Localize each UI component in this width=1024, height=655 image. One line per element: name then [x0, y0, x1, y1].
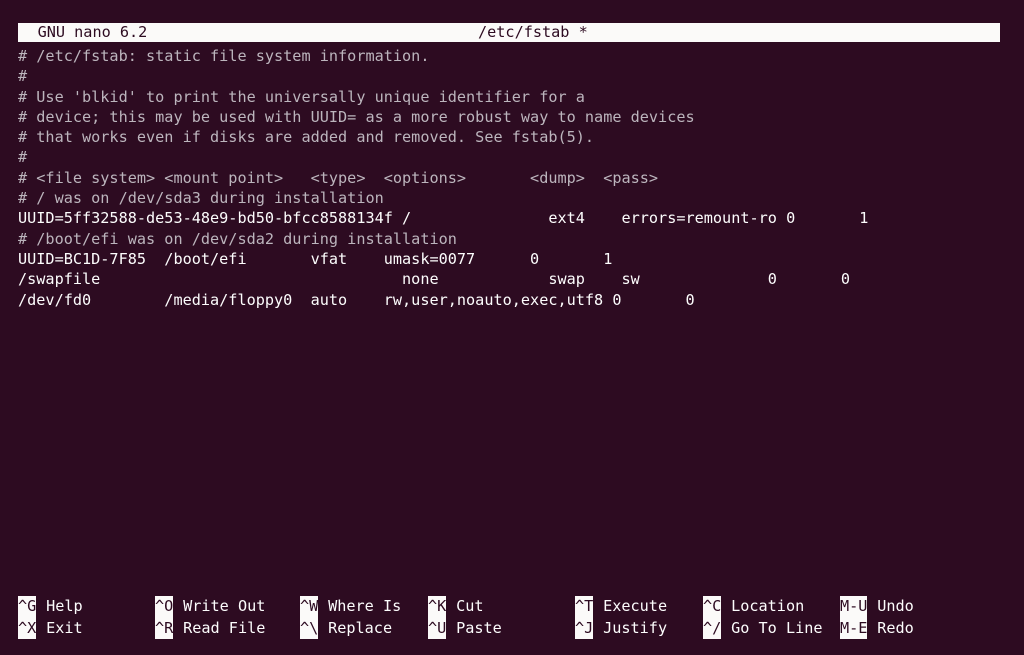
shortcut-row: ^G Help ^O Write Out ^W Where Is ^K Cut ^T Execut… — [0, 596, 1024, 618]
editor-text-area[interactable]: # /etc/fstab: static file system informa… — [18, 46, 1018, 576]
shortcut-key: ^R — [155, 617, 174, 639]
shortcut-execute[interactable]: ^T Execute — [575, 596, 667, 618]
shortcut-key: ^O — [155, 596, 174, 618]
shortcut-cut[interactable]: ^K Cut — [428, 596, 484, 618]
editor-line[interactable]: # Use 'blkid' to print the universally u… — [18, 87, 1018, 107]
editor-line[interactable]: # that works even if disks are added and… — [18, 127, 1018, 147]
shortcut-label: Redo — [877, 618, 914, 637]
shortcut-key: ^G — [18, 596, 37, 618]
nano-title-bar: GNU nano 6.2 /etc/fstab * — [18, 23, 1000, 42]
shortcut-key: ^U — [428, 617, 447, 639]
shortcut-key: M-U — [840, 596, 868, 618]
shortcut-write-out[interactable]: ^O Write Out — [155, 596, 265, 618]
shortcut-label: Read File — [183, 618, 266, 637]
shortcut-label: Replace — [328, 618, 393, 637]
editor-line[interactable]: /dev/fd0 /media/floppy0 auto rw,user,noa… — [18, 290, 1018, 310]
shortcut-key: M-E — [840, 617, 868, 639]
editor-line[interactable]: UUID=BC1D-7F85 /boot/efi vfat umask=0077… — [18, 249, 1018, 269]
editor-line[interactable]: /swapfile none swap sw 0 0 — [18, 269, 1018, 289]
shortcut-key: ^X — [18, 617, 37, 639]
shortcut-row: ^X Exit ^R Read File ^\ Replace ^U Paste ^J Justi… — [0, 617, 1024, 639]
shortcut-label: Cut — [456, 597, 484, 615]
shortcut-help[interactable]: ^G Help — [18, 596, 83, 618]
shortcut-key: ^/ — [703, 617, 722, 639]
editor-line[interactable]: # /etc/fstab: static file system informa… — [18, 46, 1018, 66]
shortcut-label: Write Out — [183, 597, 266, 615]
editor-line[interactable]: # — [18, 66, 1018, 86]
shortcut-paste[interactable]: ^U Paste — [428, 617, 502, 639]
shortcut-justify[interactable]: ^J Justify — [575, 617, 668, 639]
shortcut-read-file[interactable]: ^R Read File — [155, 617, 266, 639]
shortcut-where-is[interactable]: ^W Where Is — [300, 596, 401, 618]
terminal-window: GNU nano 6.2 /etc/fstab * # /etc/fstab: … — [0, 0, 1024, 655]
shortcut-label: Paste — [456, 618, 502, 637]
shortcut-key: ^J — [575, 617, 594, 639]
shortcut-key: ^C — [703, 596, 722, 618]
shortcut-label: Go To Line — [731, 618, 823, 637]
shortcut-label: Execute — [603, 597, 668, 615]
shortcut-go-to-line[interactable]: ^/ Go To Line — [703, 617, 823, 639]
shortcut-key: ^K — [428, 596, 447, 618]
shortcut-key: ^T — [575, 596, 594, 618]
shortcut-label: Exit — [46, 618, 83, 637]
shortcut-label: Help — [46, 597, 83, 615]
shortcut-replace[interactable]: ^\ Replace — [300, 617, 393, 639]
shortcut-location[interactable]: ^C Location — [703, 596, 804, 618]
shortcut-help-bar: ^G Help ^O Write Out ^W Where Is ^K Cut ^T Execut… — [0, 596, 1024, 641]
shortcut-key: ^\ — [300, 617, 319, 639]
editor-line[interactable]: # /boot/efi was on /dev/sda2 during inst… — [18, 229, 1018, 249]
nano-filename-label: /etc/fstab * — [478, 23, 588, 41]
editor-line[interactable]: # / was on /dev/sda3 during installation — [18, 188, 1018, 208]
editor-line[interactable]: # <file system> <mount point> <type> <op… — [18, 168, 1018, 188]
shortcut-undo[interactable]: M-U Undo — [840, 596, 914, 618]
shortcut-label: Undo — [877, 597, 914, 615]
shortcut-label: Location — [731, 597, 805, 615]
shortcut-key: ^W — [300, 596, 319, 618]
shortcut-label: Where Is — [328, 597, 402, 615]
shortcut-label: Justify — [603, 618, 668, 637]
shortcut-redo[interactable]: M-E Redo — [840, 617, 914, 639]
shortcut-exit[interactable]: ^X Exit — [18, 617, 83, 639]
editor-line[interactable]: UUID=5ff32588-de53-48e9-bd50-bfcc8588134… — [18, 208, 1018, 228]
nano-version-label: GNU nano 6.2 — [37, 23, 148, 41]
editor-line[interactable]: # device; this may be used with UUID= as… — [18, 107, 1018, 127]
editor-line[interactable]: # — [18, 147, 1018, 167]
